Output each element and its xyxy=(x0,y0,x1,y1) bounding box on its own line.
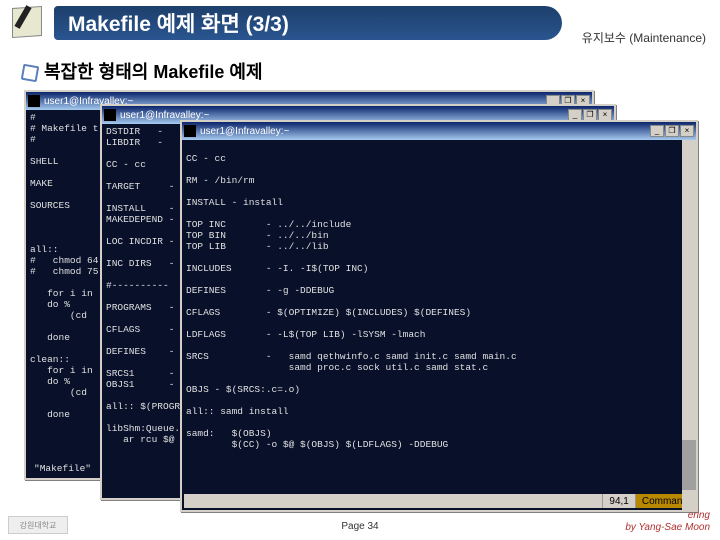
page-number: Page 34 xyxy=(0,521,720,532)
content-title-row: 복잡한 형태의 Makefile 예제 xyxy=(20,58,263,84)
terminal-footer-text: "Makefile" xyxy=(30,461,95,476)
slide-header: Makefile 예제 화면 (3/3) 유지보수 (Maintenance) xyxy=(0,3,720,45)
terminal-body[interactable]: CC - cc RM - /bin/rm INSTALL - install T… xyxy=(182,140,696,452)
terminal-titlebar-icon xyxy=(184,125,196,137)
header-title-bar: Makefile 예제 화면 (3/3) xyxy=(54,6,562,40)
terminal-window-3: user1@Infravalley:~ _ ❐ × CC - cc RM - /… xyxy=(180,120,698,512)
header-subtitle: 유지보수 (Maintenance) xyxy=(582,29,706,46)
footer-credit: ering by Yang-Sae Moon xyxy=(625,510,710,534)
minimize-button[interactable]: _ xyxy=(650,125,664,137)
maximize-button[interactable]: ❐ xyxy=(665,125,679,137)
scrollbar-thumb[interactable] xyxy=(682,440,696,490)
close-button[interactable]: × xyxy=(680,125,694,137)
status-position: 94,1 xyxy=(602,494,634,508)
footer-credit-line2: by Yang-Sae Moon xyxy=(625,522,710,534)
terminal-titlebar-icon xyxy=(104,109,116,121)
bullet-icon xyxy=(20,63,36,79)
terminal-titlebar-text: user1@Infravalley:~ xyxy=(200,126,650,137)
footer-credit-line1: ering xyxy=(625,510,710,522)
header-icon xyxy=(8,3,50,45)
terminal-titlebar[interactable]: user1@Infravalley:~ _ ❐ × xyxy=(182,122,696,140)
terminal-statusbar: 94,1 Command xyxy=(184,494,694,508)
scrollbar[interactable] xyxy=(682,140,696,510)
content-title: 복잡한 형태의 Makefile 예제 xyxy=(44,58,263,84)
terminal-titlebar-icon xyxy=(28,95,40,107)
terminal-titlebar-text: user1@Infravalley:~ xyxy=(120,110,568,121)
header-title: Makefile 예제 화면 (3/3) xyxy=(68,8,289,38)
